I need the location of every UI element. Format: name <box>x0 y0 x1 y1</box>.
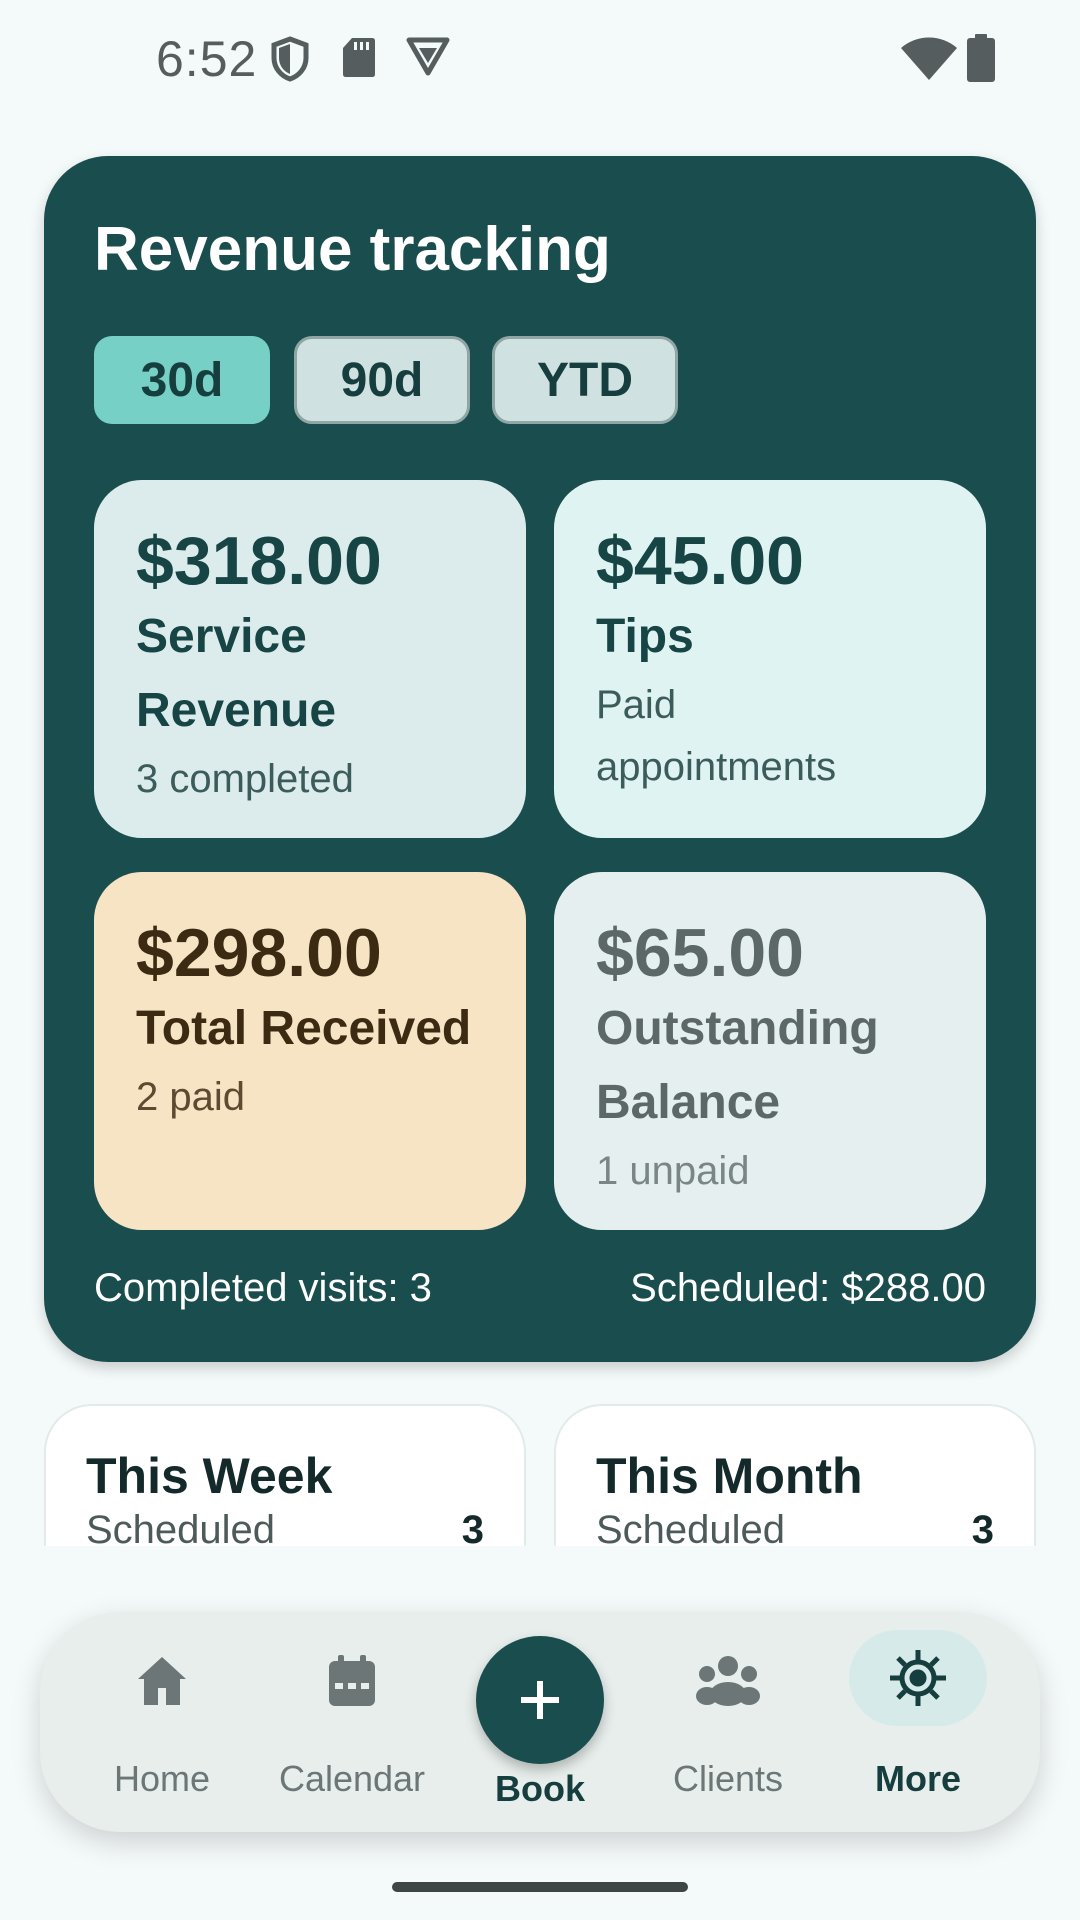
total-received-sub: 2 paid <box>136 1075 245 1119</box>
service-revenue-tile[interactable]: $318.00 Service Revenue 3 completed <box>94 480 526 838</box>
outstanding-amount: $65.00 <box>596 915 804 991</box>
screen: 6:52 Revenue tracking 30d 90d YTD $318.0… <box>0 0 1080 1920</box>
wifi-icon <box>901 37 957 80</box>
tips-sub-line1: Paid <box>596 683 677 727</box>
outstanding-sub: 1 unpaid <box>596 1149 750 1193</box>
nav-home[interactable]: Home <box>72 1612 252 1832</box>
settings-icon <box>890 1650 946 1706</box>
total-received-tile[interactable]: $298.00 Total Received 2 paid <box>94 872 526 1230</box>
scheduled-total-text: Scheduled: $288.00 <box>630 1266 986 1310</box>
nav-clients[interactable]: Clients <box>638 1612 818 1832</box>
total-received-amount: $298.00 <box>136 915 382 991</box>
nav-more-label: More <box>874 1758 961 1799</box>
sd-card-icon <box>343 38 375 77</box>
completed-visits-text: Completed visits: 3 <box>94 1266 432 1310</box>
calendar-icon <box>329 1655 375 1706</box>
vpn-icon <box>406 37 450 76</box>
nav-book-label[interactable]: Book <box>450 1768 630 1810</box>
outstanding-balance-tile[interactable]: $65.00 Outstanding Balance 1 unpaid <box>554 872 986 1230</box>
this-week-title: This Week <box>86 1448 333 1504</box>
home-icon <box>138 1657 186 1705</box>
shield-icon <box>271 36 309 82</box>
service-revenue-amount: $318.00 <box>136 523 382 599</box>
bottom-navigation: Home Calendar Book Clients More <box>40 1612 1040 1832</box>
service-revenue-label-line1: Service <box>136 610 307 663</box>
plus-icon <box>521 1681 559 1719</box>
total-received-label: Total Received <box>136 1002 472 1055</box>
nav-calendar[interactable]: Calendar <box>262 1612 442 1832</box>
outstanding-label-line1: Outstanding <box>596 1002 879 1055</box>
tips-tile[interactable]: $45.00 Tips Paid appointments <box>554 480 986 838</box>
status-time: 6:52 <box>156 31 258 87</box>
nav-calendar-label: Calendar <box>278 1758 426 1799</box>
home-indicator[interactable] <box>392 1882 688 1892</box>
nav-home-label: Home <box>113 1758 211 1799</box>
revenue-tracking-card: Revenue tracking 30d 90d YTD $318.00 Ser… <box>44 156 1036 1362</box>
clients-icon <box>696 1656 760 1706</box>
book-fab-button[interactable] <box>476 1636 604 1764</box>
range-chip-ytd[interactable]: YTD <box>492 336 678 424</box>
tips-sub-line2: appointments <box>596 745 837 789</box>
tips-amount: $45.00 <box>596 523 804 599</box>
battery-icon <box>967 34 995 82</box>
nav-more[interactable]: More <box>828 1612 1008 1832</box>
outstanding-label-line2: Balance <box>596 1076 781 1129</box>
range-chip-30d[interactable]: 30d <box>94 336 270 424</box>
revenue-title: Revenue tracking <box>94 215 611 284</box>
this-month-title: This Month <box>596 1448 863 1504</box>
range-chip-90d[interactable]: 90d <box>294 336 470 424</box>
status-bar: 6:52 <box>0 0 1080 118</box>
tips-label: Tips <box>596 610 694 663</box>
nav-clients-label: Clients <box>672 1758 784 1799</box>
service-revenue-label-line2: Revenue <box>136 684 337 737</box>
service-revenue-sub: 3 completed <box>136 757 354 801</box>
